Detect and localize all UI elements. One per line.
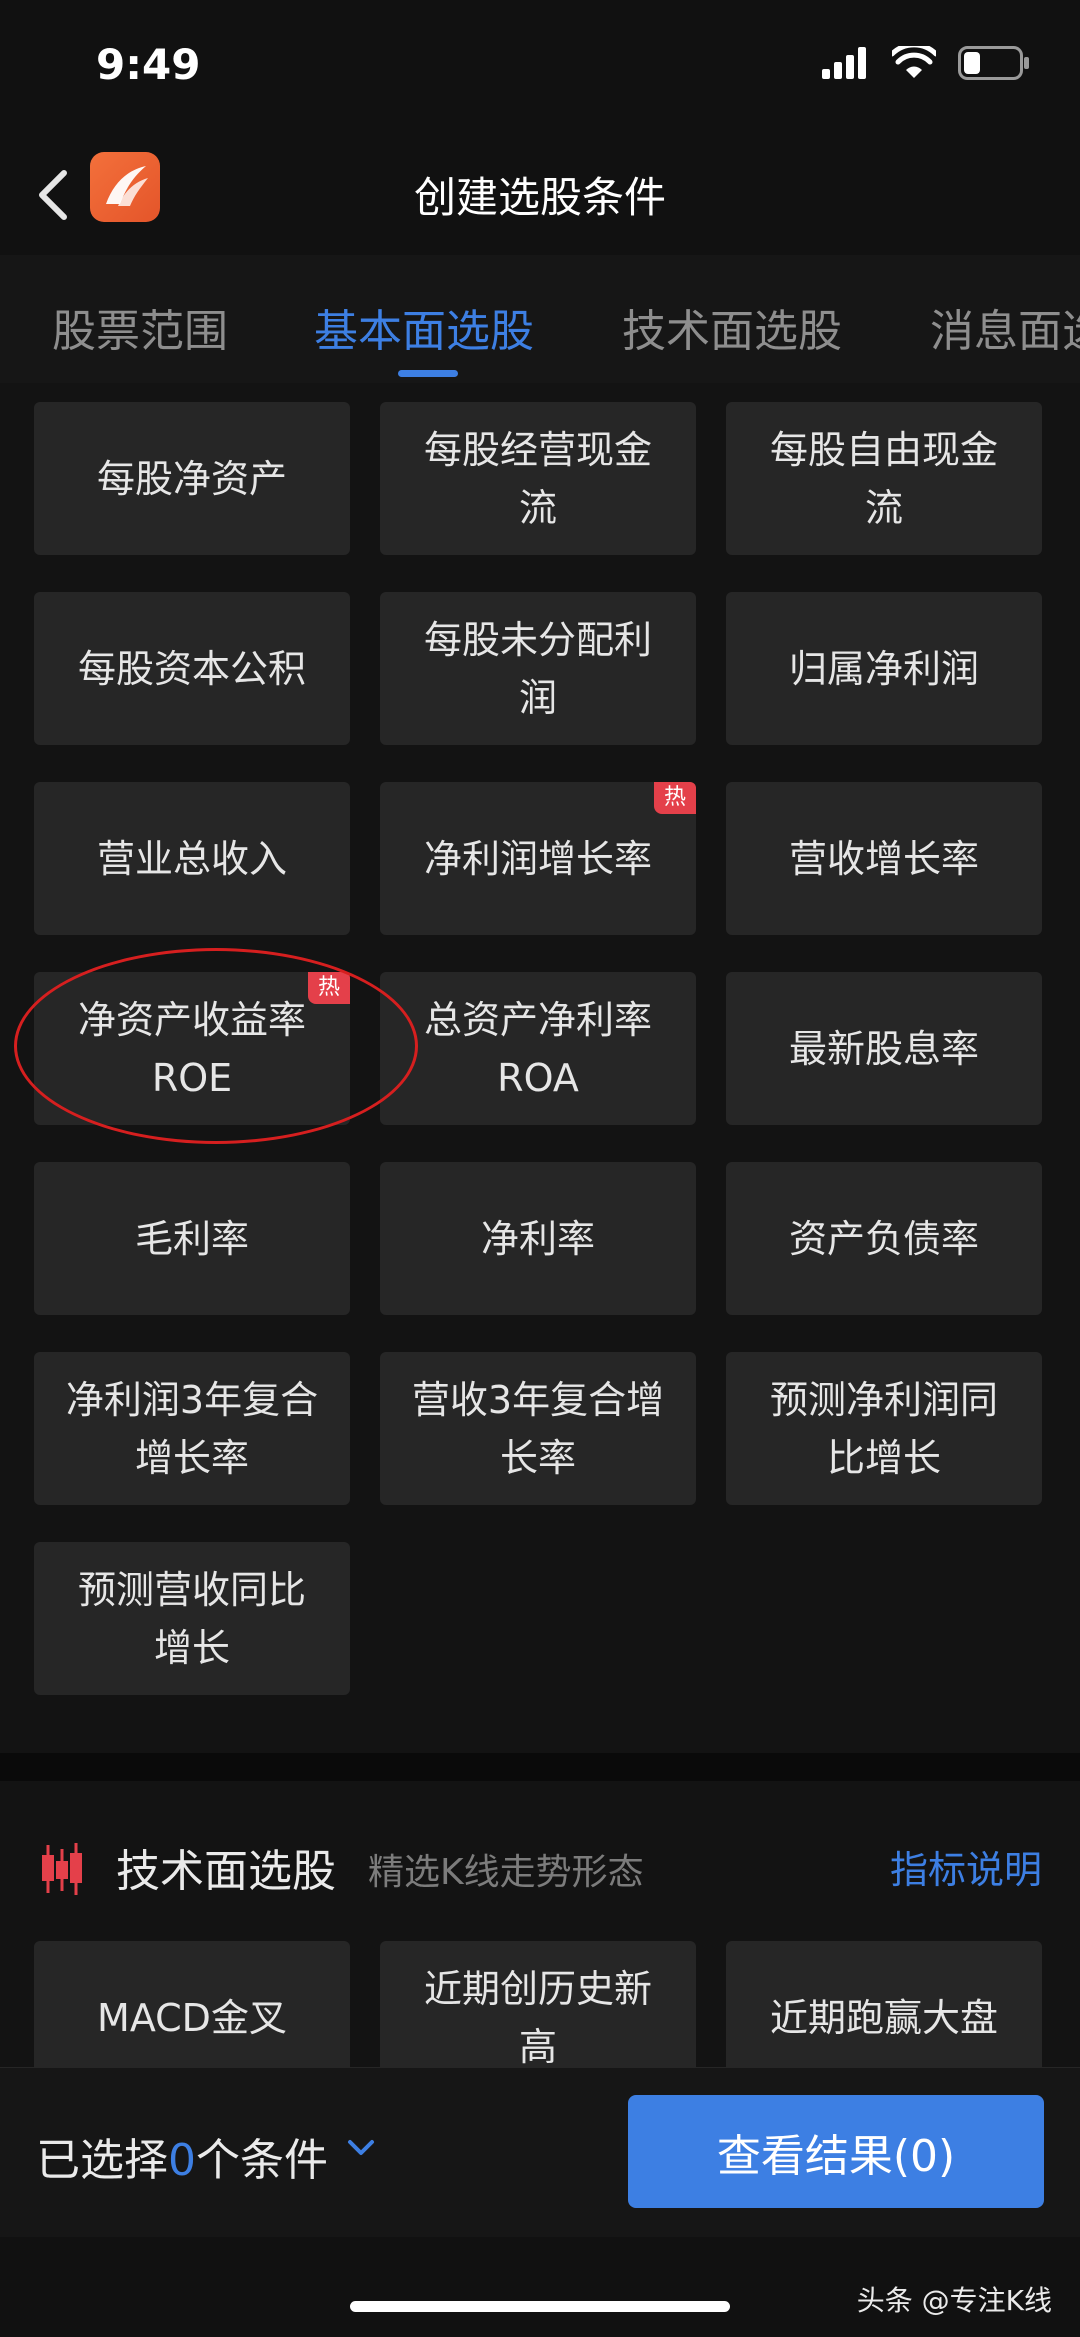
section-subtitle: 精选K线走势形态 — [368, 1852, 644, 1893]
technical-grid: MACD金叉 近期创历史新高 近期跑赢大盘 — [0, 1941, 1080, 2067]
condition-item[interactable]: 归属净利润 — [726, 592, 1042, 745]
candlestick-icon — [42, 1843, 82, 1895]
condition-item[interactable]: 预测营收同比增长 — [34, 1542, 350, 1695]
indicator-help-link[interactable]: 指标说明 — [890, 1839, 1042, 1894]
condition-item[interactable]: 资产负债率 — [726, 1162, 1042, 1315]
condition-item[interactable]: 近期跑赢大盘 — [726, 1941, 1042, 2067]
chevron-down-icon[interactable] — [346, 2138, 376, 2158]
bottom-bar: 已选择0个条件 查看结果(0) — [0, 2067, 1080, 2238]
watermark: 头条 @专注K线 — [856, 2284, 1052, 2317]
home-indicator[interactable] — [350, 2301, 730, 2312]
selected-count: 0 — [168, 2135, 196, 2186]
section-title: 技术面选股 — [116, 1846, 336, 1897]
page-title: 创建选股条件 — [413, 173, 666, 222]
condition-item[interactable]: 营收3年复合增长率 — [380, 1352, 696, 1505]
selected-conditions[interactable]: 已选择0个条件 — [36, 2124, 328, 2188]
condition-item[interactable]: 每股资本公积 — [34, 592, 350, 745]
hot-badge: 热 — [653, 782, 696, 814]
active-tab-indicator — [398, 370, 458, 377]
section-divider — [0, 1753, 1080, 1781]
condition-item[interactable]: 每股自由现金流 — [726, 402, 1042, 555]
condition-item[interactable]: 每股经营现金流 — [380, 402, 696, 555]
status-bar: 9:49 — [0, 0, 1080, 140]
status-icons — [822, 46, 1030, 80]
condition-item[interactable]: 每股未分配利润 — [380, 592, 696, 745]
condition-item[interactable]: 预测净利润同比增长 — [726, 1352, 1042, 1505]
tab-stock-range[interactable]: 股票范围 — [52, 295, 228, 359]
condition-item[interactable]: 营收增长率 — [726, 782, 1042, 935]
condition-item[interactable]: 净利润3年复合增长率 — [34, 1352, 350, 1505]
wifi-icon — [892, 46, 936, 78]
view-results-button[interactable]: 查看结果(0) — [628, 2095, 1044, 2208]
home-area: 头条 @专注K线 — [0, 2237, 1080, 2337]
technical-section-header: 技术面选股 精选K线走势形态 指标说明 — [0, 1781, 1080, 1941]
annotation-ellipse — [14, 948, 418, 1144]
tab-news[interactable]: 消息面选股 — [930, 295, 1080, 359]
condition-item[interactable]: 总资产净利率ROA — [380, 972, 696, 1125]
condition-item[interactable]: 毛利率 — [34, 1162, 350, 1315]
condition-item[interactable]: 每股净资产 — [34, 402, 350, 555]
tab-bar: 股票范围 基本面选股 技术面选股 消息面选股 — [0, 255, 1080, 384]
cellular-signal-icon — [822, 47, 866, 79]
condition-item[interactable]: 近期创历史新高 — [380, 1941, 696, 2067]
condition-item[interactable]: MACD金叉 — [34, 1941, 350, 2067]
condition-item[interactable]: 净利润增长率 热 — [380, 782, 696, 935]
condition-item[interactable]: 最新股息率 — [726, 972, 1042, 1125]
battery-icon — [958, 46, 1029, 80]
status-time: 9:49 — [96, 40, 201, 89]
condition-item[interactable]: 净利率 — [380, 1162, 696, 1315]
tab-technical[interactable]: 技术面选股 — [622, 295, 842, 359]
condition-item[interactable]: 营业总收入 — [34, 782, 350, 935]
tab-fundamental[interactable]: 基本面选股 — [314, 295, 534, 359]
